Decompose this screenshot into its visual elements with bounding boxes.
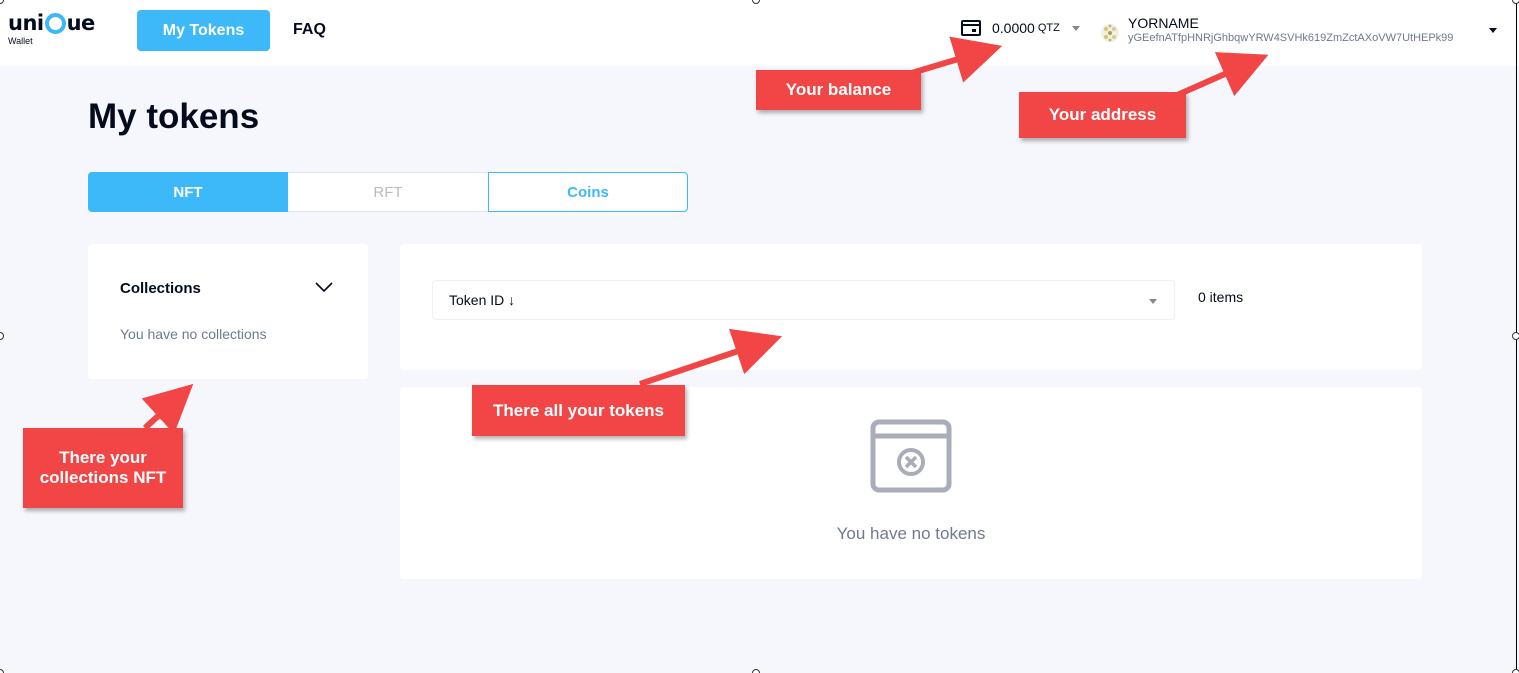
resize-handle-right[interactable] [1512,332,1519,340]
resize-handle-top-right[interactable] [1512,0,1519,4]
callout-balance: Your balance [756,70,921,110]
arrow-to-collections [141,383,194,434]
resize-handle-bottom[interactable] [752,669,760,673]
resize-handle-bottom-right[interactable] [1512,669,1519,673]
callout-tokens: There all your tokens [472,385,685,436]
arrow-to-address [1173,52,1269,99]
arrow-to-tokens [639,328,783,387]
callout-collections: There your collections NFT [23,428,183,508]
callout-address: Your address [1019,92,1186,138]
